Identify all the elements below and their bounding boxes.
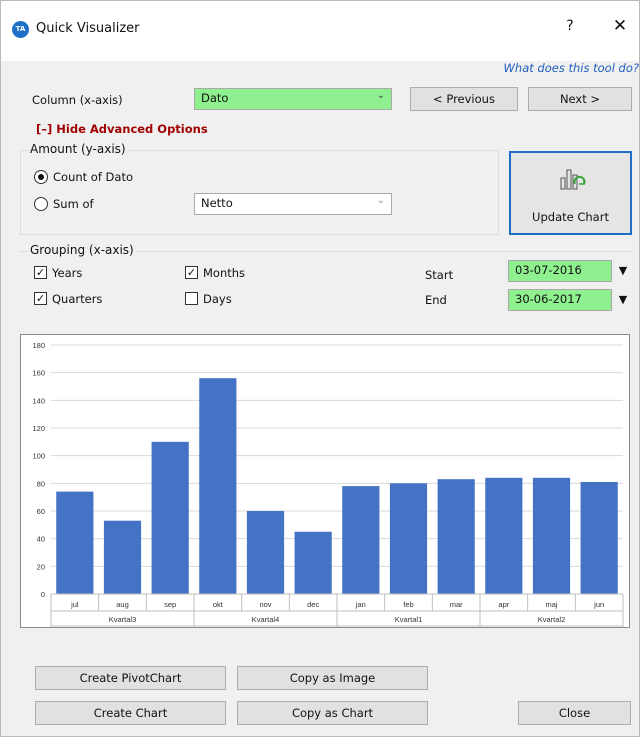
quarter-label: Kvartal1 (395, 615, 423, 624)
y-tick-label: 80 (37, 479, 45, 488)
quarter-label: Kvartal2 (538, 615, 566, 624)
end-date-value: 30-06-2017 (515, 292, 582, 306)
sum-of-radio[interactable] (34, 197, 48, 211)
x-tick-label: sep (164, 600, 176, 609)
help-link[interactable]: What does this tool do? (471, 61, 639, 75)
start-date-dropdown-icon[interactable]: ▼ (614, 260, 632, 282)
chevron-down-icon: ⌄ (376, 90, 385, 101)
bar (151, 441, 189, 594)
copy-as-chart-button[interactable]: Copy as Chart (237, 701, 428, 725)
copy-as-image-button[interactable]: Copy as Image (237, 666, 428, 690)
bar (389, 483, 428, 594)
days-label: Days (203, 292, 232, 306)
close-button[interactable]: Close (518, 701, 631, 725)
bar (199, 378, 237, 594)
x-tick-label: jun (593, 600, 604, 609)
y-tick-label: 0 (41, 590, 45, 599)
x-tick-label: maj (545, 600, 557, 609)
bar-chart: 0 20 40 60 80 100 120 140 160 180 jul aug sep okt nov d… (32, 341, 624, 627)
sum-field-value: Netto (201, 196, 233, 210)
quarters-label: Quarters (52, 292, 103, 306)
end-label: End (425, 293, 447, 307)
chevron-down-icon: ⌄ (376, 195, 385, 206)
months-checkbox[interactable]: ✓ (185, 266, 198, 279)
bar (246, 511, 285, 594)
app-logo-icon: TA (12, 21, 29, 38)
chart-refresh-icon (560, 169, 586, 190)
start-date-value: 03-07-2016 (515, 263, 582, 277)
hide-advanced-options-link[interactable]: [–] Hide Advanced Options (36, 122, 208, 136)
x-tick-label: jul (70, 600, 79, 609)
count-of-label: Count of Dato (53, 170, 133, 184)
y-tick-label: 20 (37, 562, 45, 571)
count-of-radio[interactable] (34, 170, 48, 184)
start-label: Start (425, 268, 454, 282)
x-tick-label: aug (116, 600, 129, 609)
column-select-value: Dato (201, 91, 229, 105)
days-checkbox[interactable] (185, 292, 198, 305)
sum-of-label: Sum of (53, 197, 94, 211)
x-tick-label: okt (213, 600, 224, 609)
sum-field-select[interactable]: Netto ⌄ (194, 193, 392, 215)
title-bar: TA Quick Visualizer ? ✕ (1, 1, 639, 61)
y-tick-label: 120 (32, 424, 45, 433)
previous-button[interactable]: < Previous (410, 87, 518, 111)
end-date-field[interactable]: 30-06-2017 (508, 289, 612, 311)
x-tick-label: apr (498, 600, 509, 609)
y-tick-label: 140 (32, 396, 45, 405)
bar (485, 477, 523, 594)
bar (56, 491, 94, 594)
close-window-button[interactable]: ✕ (611, 16, 629, 36)
next-button[interactable]: Next > (528, 87, 632, 111)
quarter-label: Kvartal3 (109, 615, 137, 624)
help-button[interactable]: ? (562, 18, 578, 34)
bar (342, 486, 380, 594)
window-title: Quick Visualizer (36, 21, 140, 36)
x-tick-label: jan (355, 600, 366, 609)
years-checkbox[interactable]: ✓ (34, 266, 47, 279)
x-tick-label: mar (450, 600, 463, 609)
years-label: Years (52, 266, 83, 280)
bar (294, 531, 332, 594)
create-chart-button[interactable]: Create Chart (35, 701, 226, 725)
amount-group-title: Amount (y-axis) (28, 142, 128, 156)
y-tick-label: 180 (32, 341, 45, 350)
x-tick-label: nov (259, 600, 271, 609)
quick-visualizer-window: TA Quick Visualizer ? ✕ What does this t… (0, 0, 640, 737)
bar (437, 479, 475, 594)
end-date-dropdown-icon[interactable]: ▼ (614, 289, 632, 311)
update-chart-button[interactable]: Update Chart (509, 151, 632, 235)
x-tick-label: dec (307, 600, 319, 609)
bar (103, 520, 142, 594)
months-label: Months (203, 266, 246, 280)
column-label: Column (x-axis) (32, 93, 123, 107)
column-select[interactable]: Dato ⌄ (194, 88, 392, 110)
grouping-group-title: Grouping (x-axis) (28, 243, 136, 257)
quarters-checkbox[interactable]: ✓ (34, 292, 47, 305)
y-tick-label: 60 (37, 507, 45, 516)
y-tick-label: 40 (37, 535, 45, 544)
create-pivotchart-button[interactable]: Create PivotChart (35, 666, 226, 690)
y-tick-label: 160 (32, 369, 45, 378)
update-chart-label: Update Chart (532, 210, 609, 224)
x-tick-label: feb (403, 600, 413, 609)
bar (580, 481, 618, 594)
chart-panel: 0 20 40 60 80 100 120 140 160 180 jul aug sep okt nov d… (20, 334, 630, 628)
y-tick-label: 100 (32, 452, 45, 461)
start-date-field[interactable]: 03-07-2016 (508, 260, 612, 282)
quarter-label: Kvartal4 (252, 615, 280, 624)
bar (532, 477, 571, 594)
